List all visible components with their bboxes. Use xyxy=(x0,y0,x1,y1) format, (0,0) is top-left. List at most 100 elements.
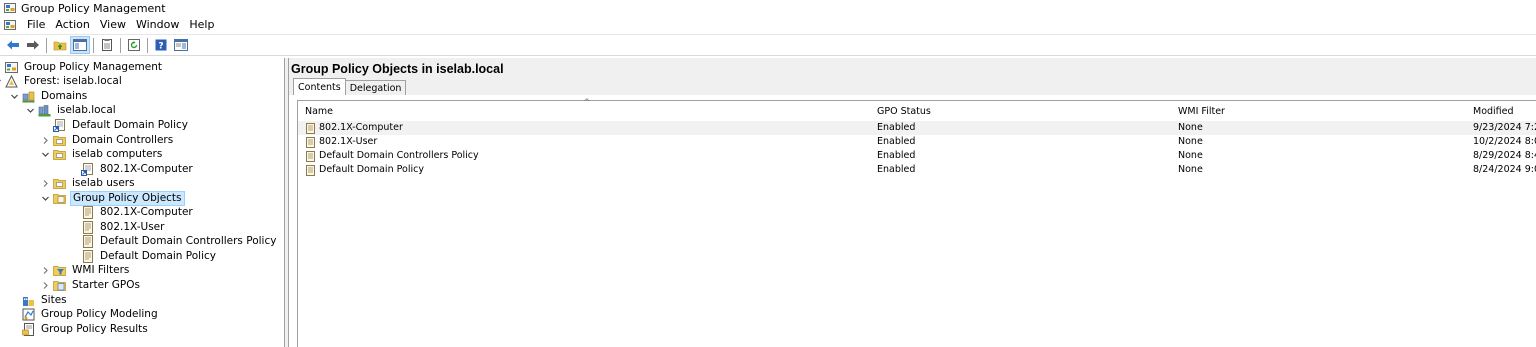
svg-text:?: ? xyxy=(158,42,163,52)
tree-node[interactable]: Domains xyxy=(9,89,89,104)
tree-node-label: 802.1X-Computer xyxy=(100,162,193,175)
table-row[interactable]: 802.1X-User Enabled None 10/2/2024 8:08 xyxy=(298,135,1536,149)
tree-node[interactable]: Forest: iselab.local xyxy=(0,75,124,90)
back-button[interactable] xyxy=(3,36,23,54)
menu-bar: File Action View Window Help xyxy=(0,16,1536,34)
menu-action[interactable]: Action xyxy=(50,16,94,34)
toolbar-separator xyxy=(93,37,94,53)
tree-node-label: Default Domain Policy xyxy=(72,118,188,131)
cell-name: Default Domain Policy xyxy=(305,163,424,177)
tree-node-label: Default Domain Controllers Policy xyxy=(100,235,277,248)
help-button[interactable]: ? xyxy=(151,36,171,54)
console-view-button[interactable] xyxy=(171,36,191,54)
tree-node[interactable]: WMI Filters xyxy=(40,264,131,279)
starter-gpos-icon xyxy=(53,281,66,291)
domains-icon xyxy=(22,91,35,103)
chevron-right-icon[interactable] xyxy=(40,179,50,189)
cell-name: 802.1X-User xyxy=(305,135,377,149)
cell-wmi-filter: None xyxy=(1178,122,1203,133)
gpo-list[interactable]: Name ^ GPO Status WMI Filter Modified 80… xyxy=(297,98,1536,347)
tree-node[interactable]: iselab.local xyxy=(25,104,118,119)
gpo-icon xyxy=(83,206,93,220)
tree-node[interactable]: 802.1X-Computer xyxy=(81,206,195,221)
tree-node-label: iselab users xyxy=(72,177,135,190)
refresh-button[interactable] xyxy=(124,36,144,54)
menu-help[interactable]: Help xyxy=(184,16,219,34)
chevron-down-icon[interactable] xyxy=(9,91,19,101)
sort-ascending-icon: ^ xyxy=(583,98,591,108)
forward-button[interactable] xyxy=(23,36,43,54)
menu-file[interactable]: File xyxy=(22,16,50,34)
tree-node[interactable]: Default Domain Policy xyxy=(81,249,218,264)
cell-name: Default Domain Controllers Policy xyxy=(305,149,479,163)
toolbar-separator xyxy=(46,37,47,53)
table-row[interactable]: Default Domain Policy Enabled None 8/24/202… xyxy=(298,163,1536,177)
menu-view[interactable]: View xyxy=(95,16,131,34)
up-one-level-button[interactable] xyxy=(50,36,70,54)
column-header-modified-label: Modified xyxy=(1473,105,1514,117)
gpo-name-label: 802.1X-User xyxy=(319,136,378,147)
tree-node-label: 802.1X-Computer xyxy=(100,206,193,219)
show-hide-tree-button[interactable] xyxy=(70,36,90,54)
ou-folder-icon xyxy=(53,135,66,146)
tab-contents[interactable]: Contents xyxy=(293,78,346,95)
cell-modified: 8/24/2024 9:04 xyxy=(1473,164,1536,175)
cell-modified: 10/2/2024 8:08 xyxy=(1473,136,1536,147)
ou-folder-icon xyxy=(53,179,66,189)
chevron-right-icon[interactable] xyxy=(40,281,50,291)
column-header-name[interactable]: Name ^ xyxy=(298,98,870,121)
chevron-down-icon[interactable] xyxy=(25,106,35,116)
tree-node[interactable]: 802.1X-User xyxy=(81,220,166,235)
tree-node[interactable]: Starter GPOs xyxy=(40,278,142,293)
chevron-down-icon[interactable] xyxy=(40,150,50,160)
column-header-wmi-filter-label: WMI Filter xyxy=(1178,105,1225,117)
details-pane: Group Policy Objects in iselab.local Con… xyxy=(289,58,1536,347)
tree-node[interactable]: Default Domain Controllers Policy xyxy=(81,235,278,250)
system-menu-icon[interactable] xyxy=(4,19,16,31)
table-row[interactable]: Default Domain Controllers Policy Enabled… xyxy=(298,149,1536,163)
tree-node[interactable]: Sites xyxy=(22,293,69,308)
tree-node[interactable]: Group Policy Management xyxy=(5,60,164,75)
tree-node[interactable]: iselab computers xyxy=(40,147,164,162)
tree-node[interactable]: Group Policy Objects xyxy=(40,190,185,206)
gpo-container-icon xyxy=(53,193,66,204)
window-title: Group Policy Management xyxy=(21,1,166,15)
cell-gpo-status: Enabled xyxy=(877,164,916,175)
toolbar: ? xyxy=(0,34,1536,56)
table-row[interactable]: 802.1X-Computer Enabled None 9/23/2024 7:28 xyxy=(298,121,1536,135)
tree-node-label: Domains xyxy=(41,89,88,102)
tree-node-label: iselab.local xyxy=(57,104,116,117)
tree-node[interactable]: Group Policy Results xyxy=(22,322,150,337)
tree-node[interactable]: iselab users xyxy=(40,176,137,191)
gpo-link-icon xyxy=(53,118,65,132)
toolbar-separator xyxy=(147,37,148,53)
chevron-right-icon[interactable] xyxy=(40,135,50,145)
domain-icon xyxy=(38,105,51,117)
column-header-wmi-filter[interactable]: WMI Filter xyxy=(1171,101,1466,121)
tree-node[interactable]: Default Domain Policy xyxy=(53,118,190,133)
column-header-gpo-status[interactable]: GPO Status xyxy=(870,101,1171,121)
help-icon: ? xyxy=(155,39,167,52)
cell-gpo-status: Enabled xyxy=(877,150,916,161)
chevron-right-icon[interactable] xyxy=(40,266,50,276)
tree-node[interactable]: 802.1X-Computer xyxy=(81,162,195,177)
menu-window[interactable]: Window xyxy=(131,16,184,34)
gpo-icon xyxy=(306,122,315,134)
chevron-down-icon[interactable] xyxy=(40,193,50,203)
properties-button[interactable] xyxy=(97,36,117,54)
chevron-down-icon[interactable] xyxy=(0,77,2,87)
gpo-name-label: Default Domain Controllers Policy xyxy=(319,150,479,161)
tree-node[interactable]: Domain Controllers xyxy=(40,133,175,148)
cell-modified: 8/29/2024 8:42 xyxy=(1473,150,1536,161)
details-header: Group Policy Objects in iselab.local Con… xyxy=(289,58,1536,95)
column-header-gpo-status-label: GPO Status xyxy=(877,105,931,117)
tree-node-label: Sites xyxy=(41,293,67,306)
modeling-icon xyxy=(22,308,35,321)
gpo-name-label: Default Domain Policy xyxy=(319,164,424,175)
tree-node[interactable]: Group Policy Modeling xyxy=(22,307,160,322)
toolbar-separator xyxy=(120,37,121,53)
console-tree[interactable]: Group Policy Management Forest: iselab.lo… xyxy=(0,58,285,347)
forest-icon xyxy=(5,75,18,88)
column-header-modified[interactable]: Modified xyxy=(1466,101,1536,121)
tab-delegation[interactable]: Delegation xyxy=(344,80,407,95)
